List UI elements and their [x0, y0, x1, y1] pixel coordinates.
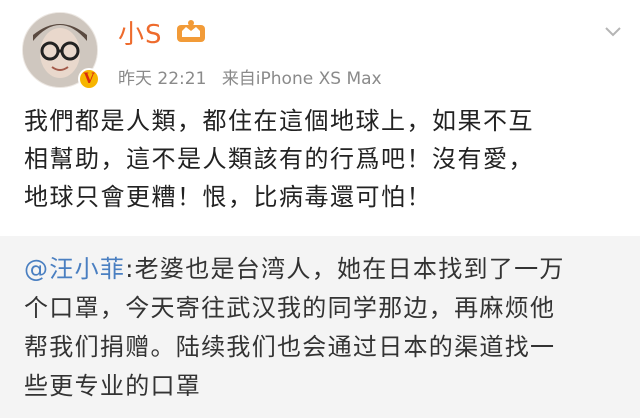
repost-block[interactable]: @汪小菲:老婆也是台湾人，她在日本找到了一万 个口罩，今天寄往武汉我的同学那边，… [0, 236, 640, 418]
post-meta: 昨天 22:21 来自iPhone XS Max [118, 64, 382, 89]
post-text-line: 我們都是人類，都住在這個地球上，如果不互 [24, 107, 534, 135]
avatar[interactable]: V [22, 12, 100, 90]
post-source: 来自iPhone XS Max [221, 69, 382, 89]
post-time: 昨天 22:21 [118, 69, 207, 89]
repost-author-link[interactable]: @汪小菲 [24, 255, 125, 283]
verified-v-icon: V [78, 68, 100, 90]
repost-line-text: 老婆也是台湾人，她在日本找到了一万 [134, 255, 565, 283]
post-text-line: 地球只會更糟！恨，比病毒還可怕！ [24, 183, 432, 211]
post-text-line: 相幫助，這不是人類該有的行爲吧！沒有愛， [24, 145, 534, 173]
member-crown-icon [177, 20, 205, 42]
repost-line: @汪小菲:老婆也是台湾人，她在日本找到了一万 [24, 250, 628, 289]
repost-line: 些更专业的口罩 [24, 372, 202, 400]
repost-line: 帮我们捐赠。陆续我们也会通过日本的渠道找一 [24, 333, 556, 361]
weibo-post: V 小S 昨天 22:21 来自iPhone XS Max 我們都是人類，都住在… [0, 0, 640, 232]
repost-separator: : [125, 255, 135, 283]
post-text: 我們都是人類，都住在這個地球上，如果不互 相幫助，這不是人類該有的行爲吧！沒有愛… [24, 102, 624, 216]
repost-line: 个口罩，今天寄往武汉我的同学那边，再麻烦他 [24, 294, 556, 322]
chevron-down-icon[interactable] [602, 20, 624, 42]
repost-text: @汪小菲:老婆也是台湾人，她在日本找到了一万 个口罩，今天寄往武汉我的同学那边，… [24, 250, 628, 406]
username[interactable]: 小S [118, 14, 163, 51]
